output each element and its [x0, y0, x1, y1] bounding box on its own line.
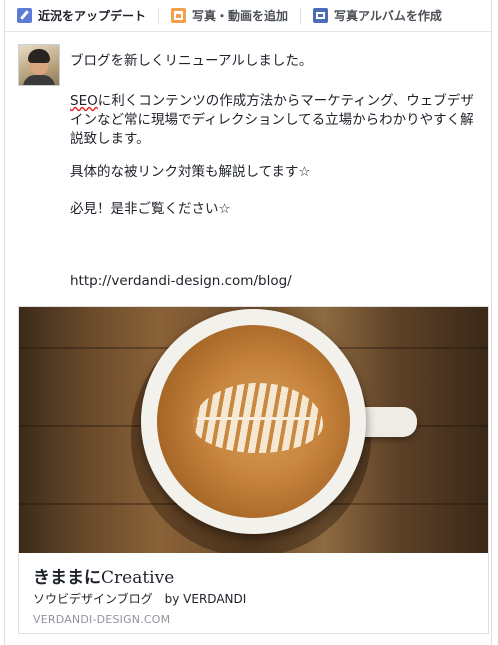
- link-preview-card[interactable]: きままにCreative ソウビデザインブログ by VERDANDI VERD…: [18, 306, 489, 634]
- link-preview-image[interactable]: [19, 307, 488, 553]
- post-paragraph-2-text: に利くコンテンツの作成方法からマーケティング、ウェブデザインなど常に現場でディレ…: [70, 93, 474, 147]
- pencil-icon: [17, 8, 32, 23]
- coffee-cup: [141, 309, 366, 534]
- avatar-body: [23, 75, 55, 85]
- tab-create-album[interactable]: 写真アルバムを作成: [301, 0, 442, 31]
- link-preview-title-jp: きままに: [33, 568, 101, 588]
- avatar[interactable]: [18, 44, 60, 86]
- post-composer-panel: 近況をアップデート 写真・動画を追加 写真アルバムを作成 ブログを新しくリニュー…: [4, 0, 492, 645]
- seo-misspelled-word: SEO: [70, 93, 98, 109]
- post-line-1: ブログを新しくリニューアルしました。: [70, 53, 313, 69]
- link-preview-description: ソウビデザインブログ by VERDANDI: [33, 592, 247, 606]
- post-line-4: 必見！是非ご覧ください☆: [70, 201, 231, 217]
- tab-add-photo-video-label: 写真・動画を追加: [192, 9, 289, 23]
- post-line-3: 具体的な被リンク対策も解説してます☆: [70, 164, 311, 180]
- post-url[interactable]: http://verdandi-design.com/blog/: [70, 272, 480, 291]
- tab-update-status[interactable]: 近況をアップデート: [5, 0, 158, 31]
- latte-surface: [157, 325, 350, 518]
- album-icon: [313, 8, 329, 23]
- tab-update-status-label: 近況をアップデート: [38, 9, 147, 23]
- tab-add-photo-video[interactable]: 写真・動画を追加: [159, 0, 300, 31]
- link-preview-domain: VERDANDI-DESIGN.COM: [33, 613, 171, 626]
- tab-create-album-label: 写真アルバムを作成: [334, 9, 442, 23]
- latte-art-stem: [197, 417, 317, 420]
- link-preview-title-en: Creative: [101, 568, 175, 588]
- avatar-hair: [28, 49, 50, 63]
- photo-icon: [171, 8, 187, 23]
- link-preview-title[interactable]: きままにCreative: [33, 563, 174, 588]
- composer-tabs: 近況をアップデート 写真・動画を追加 写真アルバムを作成: [5, 0, 491, 32]
- post-paragraph-2: SEOに利くコンテンツの作成方法からマーケティング、ウェブデザインなど常に現場で…: [70, 92, 480, 149]
